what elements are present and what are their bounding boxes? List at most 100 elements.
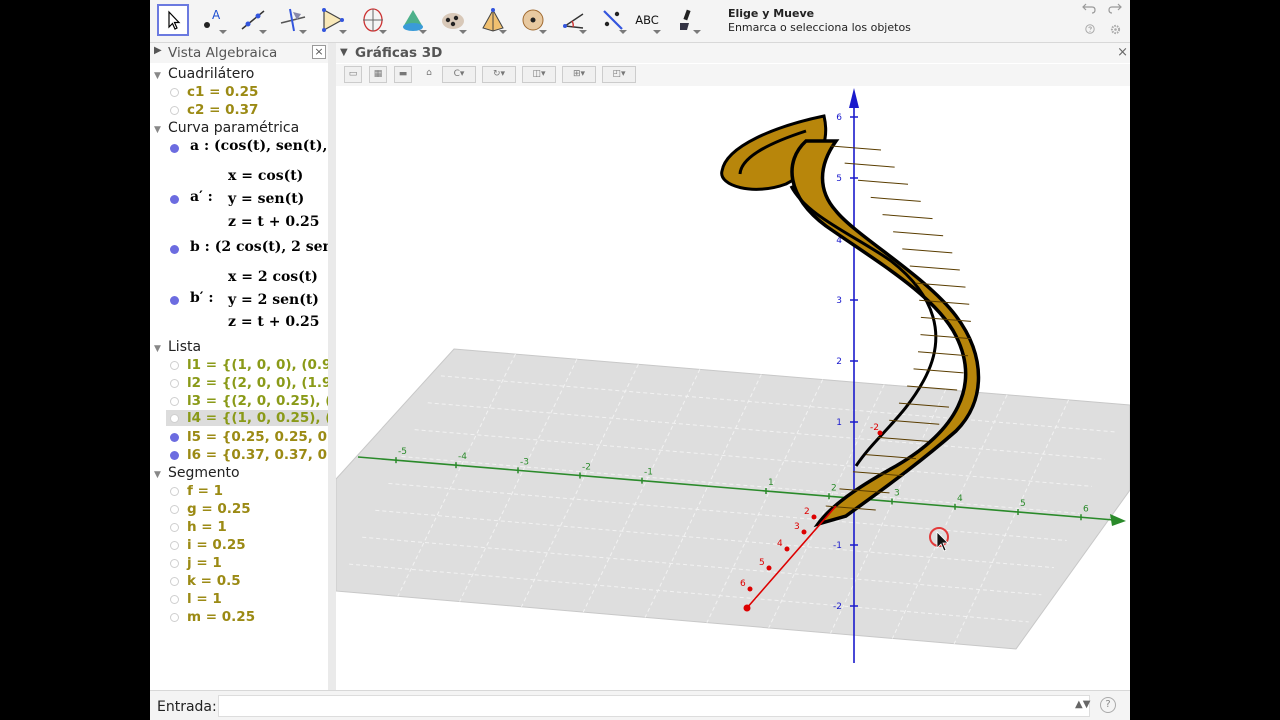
graphics-3d-view[interactable]: -5 -4 -3 -2 -1 1 2 3 4 5 6 6 5 4 3 2 1 -1 -2 2 3 4 5 6 -2 <box>336 86 1130 690</box>
visibility-toggle[interactable] <box>170 143 179 153</box>
list-item-m[interactable]: m = 0.25 <box>170 609 255 625</box>
z-tick-label: 6 <box>836 113 842 123</box>
perpendicular-tool-icon[interactable] <box>277 4 309 36</box>
visibility-toggle[interactable] <box>170 576 179 586</box>
x-tick-label: 2 <box>804 507 810 517</box>
visibility-toggle[interactable] <box>170 504 179 514</box>
xy-plane <box>336 348 1130 650</box>
collapse-arrow-icon[interactable]: ▶ <box>154 45 162 56</box>
settings-gear-icon[interactable] <box>1110 24 1121 38</box>
list-item-f[interactable]: f = 1 <box>170 483 223 499</box>
visibility-toggle[interactable] <box>170 432 179 442</box>
list-item-curve-b-prime[interactable]: b′ : <box>170 290 214 308</box>
visibility-toggle[interactable] <box>170 295 179 305</box>
list-item-l5[interactable]: l5 = {0.25, 0.25, 0.2 <box>170 429 328 445</box>
group-lista[interactable]: ▼ Lista <box>154 339 201 355</box>
angle-tool-icon[interactable] <box>557 4 589 36</box>
visibility-toggle[interactable] <box>170 244 179 254</box>
list-item-l3[interactable]: l3 = {(2, 0, 0.25), (1 <box>170 393 328 409</box>
tool-help-title: Elige y Mueve <box>728 7 815 20</box>
group-cuadrilatero[interactable]: ▼ Cuadrilátero <box>154 66 254 82</box>
visibility-toggle[interactable] <box>170 360 179 370</box>
move-tool-icon[interactable] <box>157 4 189 36</box>
close-icon[interactable]: × <box>312 45 326 59</box>
point-tool-icon[interactable]: A <box>197 4 229 36</box>
stair-step <box>844 162 895 168</box>
list-item-curve-b[interactable]: b : (2 cos(t), 2 sen <box>170 239 328 257</box>
pyramid-tool-icon[interactable] <box>477 4 509 36</box>
help-icon[interactable]: ? <box>1100 697 1116 713</box>
projection-menu-icon[interactable]: ◰▾ <box>602 66 636 83</box>
curve-b-y: y = 2 sen(t) <box>228 292 319 308</box>
panel-divider[interactable] <box>328 43 336 690</box>
visibility-toggle[interactable] <box>170 612 179 622</box>
visibility-toggle[interactable] <box>170 450 179 460</box>
list-item-c2[interactable]: c2 = 0.37 <box>170 102 258 118</box>
list-item-g[interactable]: g = 0.25 <box>170 501 251 517</box>
list-item-l6[interactable]: l6 = {0.37, 0.37, 0. <box>170 447 328 463</box>
stair-step <box>857 179 909 185</box>
view-direction-icon[interactable]: ◫▾ <box>522 66 556 83</box>
visibility-toggle[interactable] <box>170 540 179 550</box>
axes-toggle-icon[interactable]: ▭ <box>344 66 362 83</box>
undo-icon[interactable] <box>1082 2 1096 17</box>
y-tick-label: -5 <box>398 447 407 457</box>
list-item-j[interactable]: j = 1 <box>170 555 222 571</box>
list-item-h[interactable]: h = 1 <box>170 519 227 535</box>
list-item-c1[interactable]: c1 = 0.25 <box>170 84 258 100</box>
visibility-toggle[interactable] <box>170 522 179 532</box>
help-small-icon[interactable] <box>1085 24 1095 37</box>
list-item-curve-a[interactable]: a : (cos(t), sen(t), <box>170 138 327 156</box>
visibility-toggle[interactable] <box>170 558 179 568</box>
list-item-l1[interactable]: l1 = {(1, 0, 0), (0.97 <box>170 357 328 373</box>
list-item-curve-a-prime[interactable]: a′ : <box>170 189 213 207</box>
visibility-toggle[interactable] <box>170 594 179 604</box>
visibility-toggle[interactable] <box>170 378 179 388</box>
circle-tool-icon[interactable] <box>357 4 389 36</box>
reflect-tool-icon[interactable] <box>597 4 629 36</box>
camera-menu-icon[interactable]: C▾ <box>442 66 476 83</box>
algebra-view: ▼ Cuadrilátero c1 = 0.25 c2 = 0.37 ▼ Curva… <box>150 63 328 690</box>
list-item-l[interactable]: l = 1 <box>170 591 222 607</box>
y-tick-label: 1 <box>768 478 774 488</box>
visibility-toggle[interactable] <box>170 87 179 97</box>
plane-toggle-icon[interactable]: ▬ <box>394 66 412 83</box>
z-tick-label: 1 <box>836 418 842 428</box>
line-tool-icon[interactable] <box>237 4 269 36</box>
geogebra-window: A ABC Elige y Mueve Enmarca o selecciona… <box>150 0 1130 720</box>
intersect-tool-icon[interactable] <box>437 4 469 36</box>
visibility-toggle[interactable] <box>170 396 179 406</box>
sphere-tool-icon[interactable] <box>517 4 549 36</box>
group-segmento[interactable]: ▼ Segmento <box>154 465 240 481</box>
group-curva-parametrica[interactable]: ▼ Curva paramétrica <box>154 120 299 136</box>
rotate-menu-icon[interactable]: ↻▾ <box>482 66 516 83</box>
polygon-tool-icon[interactable] <box>317 4 349 36</box>
list-item-k[interactable]: k = 0.5 <box>170 573 241 589</box>
text-tool-label: ABC <box>635 13 659 27</box>
visibility-toggle[interactable] <box>170 194 179 204</box>
collapse-arrow-icon[interactable]: ▼ <box>340 47 348 58</box>
svg-text:A: A <box>212 8 221 22</box>
home-icon[interactable]: ⌂ <box>420 66 438 83</box>
toolbar: A ABC Elige y Mueve Enmarca o selecciona… <box>150 0 1130 43</box>
brush-tool-icon[interactable] <box>671 4 703 36</box>
visibility-toggle[interactable] <box>170 105 179 115</box>
redo-icon[interactable] <box>1108 2 1122 17</box>
input-field[interactable] <box>218 695 1090 717</box>
tool-help-text: Enmarca o selecciona los objetos <box>728 21 911 34</box>
list-item-l2[interactable]: l2 = {(2, 0, 0), (1.94 <box>170 375 328 391</box>
x-tick-label: 6 <box>740 579 746 589</box>
visibility-toggle[interactable] <box>170 486 179 496</box>
close-icon[interactable]: × <box>1117 45 1128 60</box>
grid-toggle-icon[interactable]: ▦ <box>369 66 387 83</box>
cone-tool-icon[interactable] <box>397 4 429 36</box>
text-tool-icon[interactable]: ABC <box>631 4 663 36</box>
y-tick-label: -2 <box>582 463 591 473</box>
input-history-icon[interactable]: ▲▼ <box>1075 699 1090 710</box>
visibility-toggle[interactable] <box>170 413 179 423</box>
list-item-i[interactable]: i = 0.25 <box>170 537 246 553</box>
stair-step <box>893 231 944 237</box>
y-tick-label: -1 <box>644 468 653 478</box>
list-item-l4-selected[interactable]: l4 = {(1, 0, 0.25), (( <box>166 410 328 426</box>
clipping-menu-icon[interactable]: ⊞▾ <box>562 66 596 83</box>
